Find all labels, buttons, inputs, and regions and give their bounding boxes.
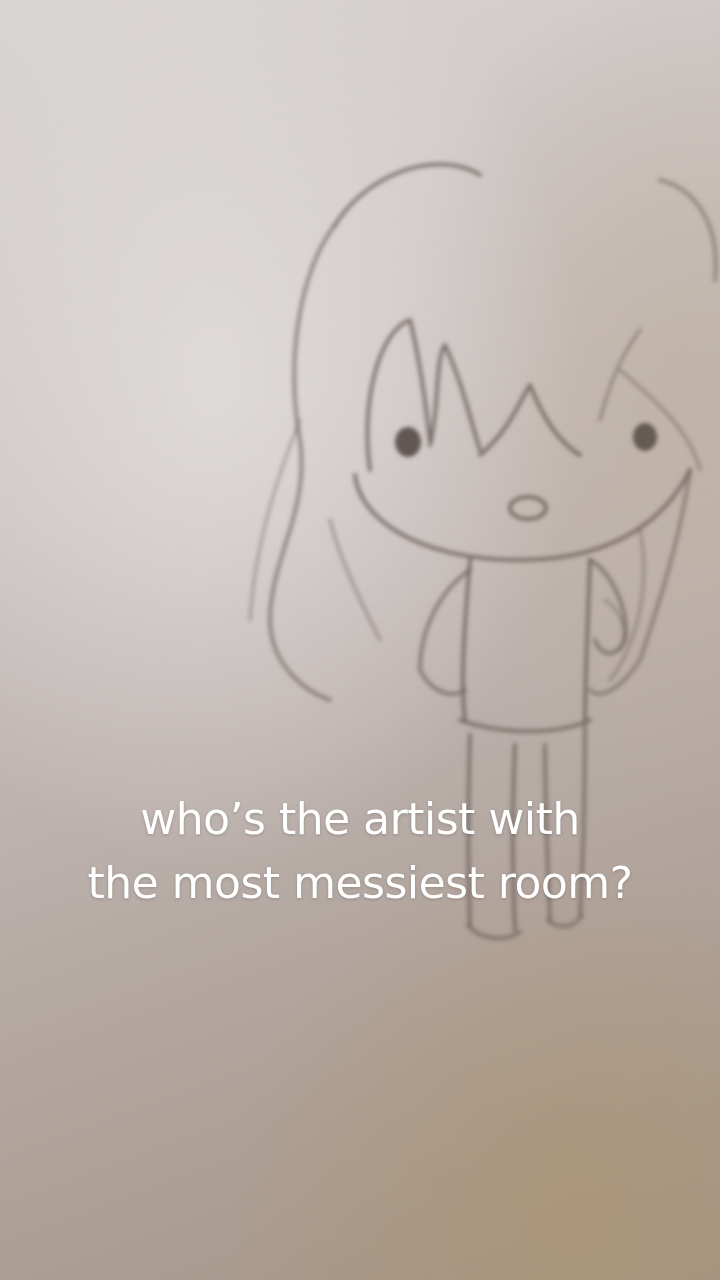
video-caption: who’s the artist with the most messiest … [0, 788, 720, 916]
pencil-sketch-chibi-girl-icon [248, 162, 718, 941]
caption-line-1: who’s the artist with [140, 794, 580, 845]
caption-line-2: the most messiest room? [87, 858, 633, 909]
